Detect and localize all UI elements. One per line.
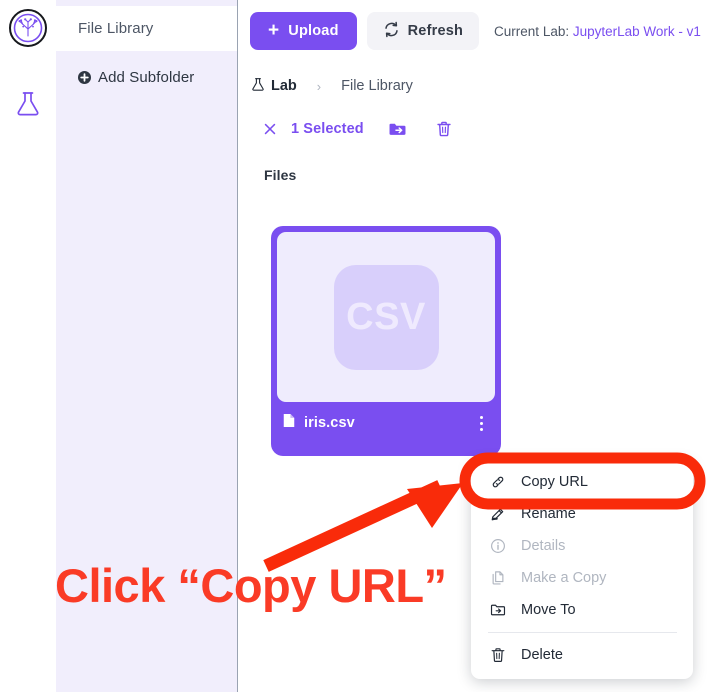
context-menu-label: Delete — [521, 647, 563, 663]
file-thumbnail: CSV — [277, 232, 495, 402]
context-menu-item-copy-url[interactable]: Copy URL — [471, 466, 693, 498]
context-menu-item-delete[interactable]: Delete — [471, 639, 693, 671]
sidebar-item-file-library[interactable]: File Library — [56, 6, 237, 51]
breadcrumb-separator: › — [316, 78, 322, 94]
file-type-badge: CSV — [333, 264, 439, 370]
trash-icon[interactable] — [432, 117, 456, 141]
context-menu-item-details: Details — [471, 530, 693, 562]
context-menu-label: Rename — [521, 506, 576, 522]
sidebar-item-label: File Library — [78, 20, 154, 37]
breadcrumb-lab-label: Lab — [271, 78, 297, 94]
upload-button[interactable]: + Upload — [250, 12, 357, 50]
add-subfolder-button[interactable]: Add Subfolder — [56, 62, 237, 92]
current-lab-indicator: Current Lab: JupyterLab Work - v1 — [494, 24, 701, 39]
context-menu-item-move-to[interactable]: Move To — [471, 594, 693, 626]
rail-flask-icon[interactable] — [13, 88, 43, 118]
breadcrumb-current-label: File Library — [341, 78, 413, 94]
trash-icon — [488, 646, 507, 665]
refresh-button[interactable]: Refresh — [366, 12, 480, 50]
breadcrumb: Lab › File Library — [250, 73, 413, 99]
app-root: File Library Add Subfolder + Upload Refr… — [0, 0, 720, 692]
copy-icon — [488, 569, 507, 588]
context-menu-label: Make a Copy — [521, 570, 607, 586]
file-context-menu: Copy URL Rename Details Make a Copy Move… — [471, 459, 693, 679]
close-icon[interactable] — [259, 118, 281, 140]
move-to-folder-icon — [488, 601, 507, 620]
file-icon — [282, 412, 296, 434]
file-name-label: iris.csv — [304, 415, 355, 431]
icon-rail — [0, 0, 57, 692]
tree-circle-logo-icon[interactable] — [8, 8, 48, 48]
toolbar: + Upload Refresh Current Lab: JupyterLab… — [239, 0, 720, 62]
pencil-icon — [488, 505, 507, 524]
plus-icon: + — [268, 19, 280, 41]
link-icon — [488, 473, 507, 492]
flask-icon — [250, 76, 266, 96]
upload-button-label: Upload — [288, 23, 339, 39]
context-menu-label: Details — [521, 538, 566, 554]
plus-circle-icon — [78, 70, 91, 84]
context-menu-item-rename[interactable]: Rename — [471, 498, 693, 530]
move-to-folder-icon[interactable] — [386, 117, 410, 141]
context-menu-label: Move To — [521, 602, 576, 618]
current-lab-prefix: Current Lab: — [494, 23, 570, 39]
file-card-footer: iris.csv — [277, 402, 495, 444]
file-card-iris-csv[interactable]: CSV iris.csv — [271, 226, 501, 456]
add-subfolder-label: Add Subfolder — [98, 68, 195, 86]
refresh-icon — [383, 21, 400, 42]
refresh-button-label: Refresh — [407, 23, 464, 39]
breadcrumb-item-lab[interactable]: Lab — [250, 76, 297, 96]
info-circle-icon — [488, 537, 507, 556]
context-menu-label: Copy URL — [521, 474, 588, 490]
kebab-menu-icon[interactable] — [473, 412, 489, 434]
context-menu-item-make-a-copy: Make a Copy — [471, 562, 693, 594]
selected-count-label: 1 Selected — [291, 121, 364, 137]
current-lab-name[interactable]: JupyterLab Work - v1 — [573, 24, 701, 39]
selection-bar: 1 Selected — [259, 116, 456, 142]
annotation-text: Click “Copy URL” — [55, 559, 447, 612]
files-section-label: Files — [264, 167, 297, 183]
context-menu-divider — [488, 632, 677, 633]
